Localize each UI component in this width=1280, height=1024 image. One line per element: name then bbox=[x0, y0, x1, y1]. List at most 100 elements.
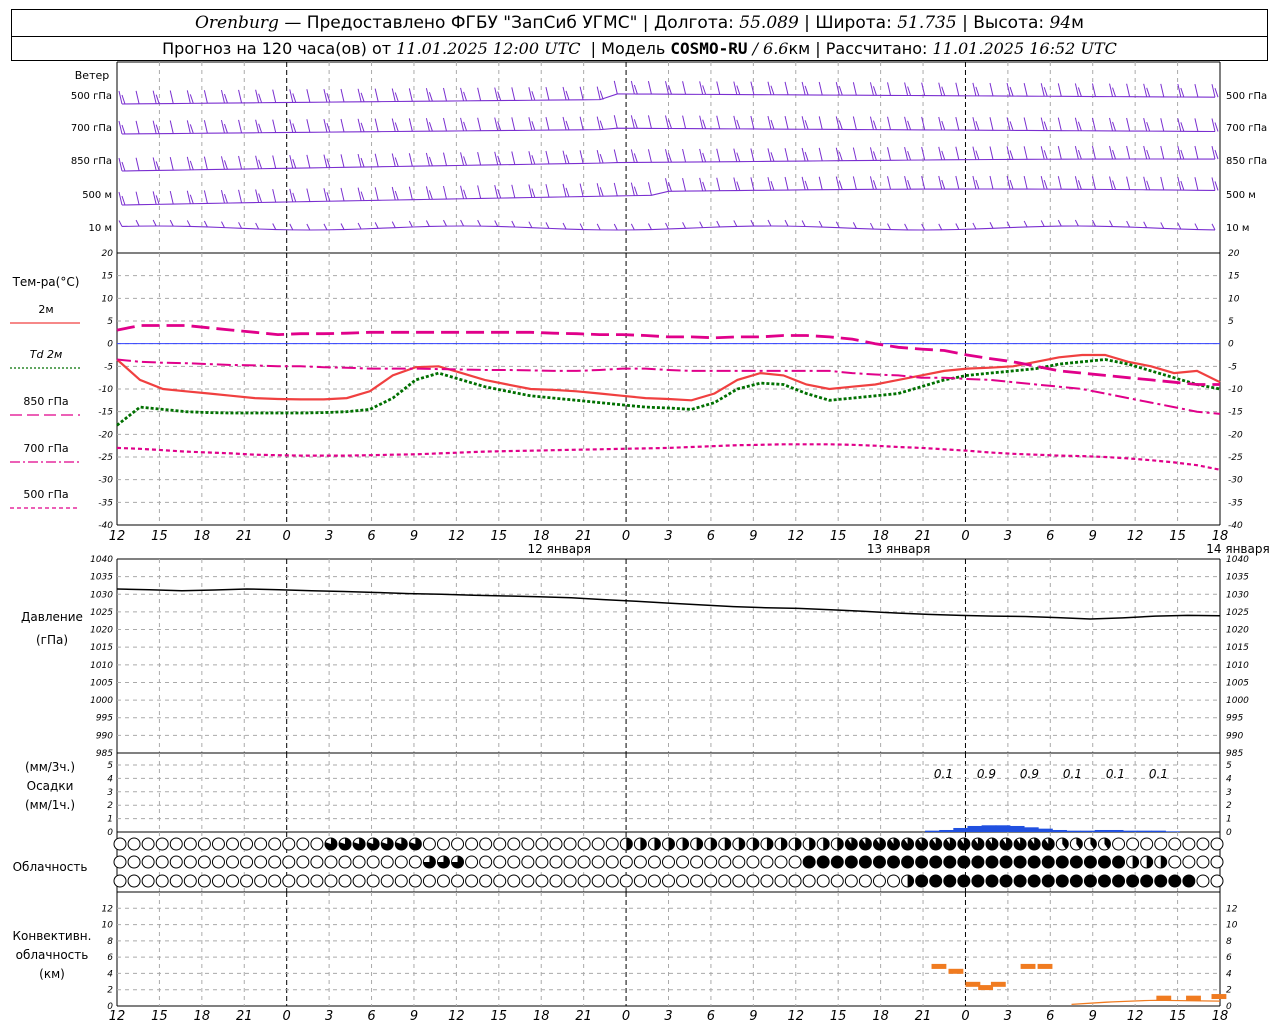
cloud-circle bbox=[451, 874, 465, 888]
cloud-cover-icon bbox=[282, 837, 296, 851]
precip-bar bbox=[1066, 830, 1082, 832]
cloud-cover-icon bbox=[296, 874, 310, 888]
cloud-fill-sector bbox=[1042, 838, 1055, 851]
cloud-circle bbox=[830, 855, 844, 869]
cloud-circle bbox=[929, 874, 943, 888]
x-tick-label-top: 3 bbox=[325, 529, 333, 544]
cloud-cover-icon bbox=[690, 837, 704, 851]
wind-barb bbox=[1023, 220, 1028, 228]
cloud-circle bbox=[366, 855, 380, 869]
wind-barb bbox=[1160, 145, 1165, 160]
cloud-cover-icon bbox=[1041, 874, 1055, 888]
cloud-cover-icon bbox=[605, 855, 619, 869]
wind-barb bbox=[1177, 222, 1182, 230]
wind-barb bbox=[818, 220, 823, 228]
cloud-circle bbox=[704, 874, 718, 888]
cloud-fill-sector bbox=[1146, 856, 1153, 868]
wind-barb bbox=[1146, 180, 1151, 190]
cloud-cover-icon bbox=[1126, 874, 1140, 888]
wind-barb bbox=[941, 150, 946, 161]
cloud-cover-icon bbox=[971, 837, 985, 851]
temp-tick-left: -5 bbox=[104, 362, 113, 372]
wind-barb bbox=[118, 157, 123, 172]
wind-barb bbox=[938, 146, 943, 160]
cloud-cover-icon bbox=[380, 855, 394, 869]
wind-barb bbox=[1112, 149, 1117, 160]
wind-barb bbox=[1109, 145, 1114, 160]
cloud-circle bbox=[1196, 874, 1210, 888]
cloud-cover-icon bbox=[788, 855, 802, 869]
cloud-circle bbox=[929, 855, 943, 869]
wind-barb bbox=[1023, 83, 1028, 97]
wind-barb bbox=[1057, 176, 1062, 190]
wind-barb bbox=[1160, 83, 1165, 98]
wind-barb bbox=[1009, 86, 1014, 97]
cloud-cover-icon bbox=[1112, 855, 1126, 869]
cloud-cover-icon bbox=[183, 874, 197, 888]
wind-barb bbox=[647, 223, 652, 230]
cloud-cover-icon bbox=[1210, 837, 1224, 851]
precip-bar bbox=[1151, 830, 1166, 832]
wind-barb bbox=[647, 149, 652, 163]
wind-barb bbox=[682, 115, 687, 129]
wind-barb bbox=[238, 189, 243, 203]
wind-barb bbox=[289, 188, 294, 202]
wind-barb bbox=[989, 175, 994, 190]
x-tick-label-bottom: 6 bbox=[367, 1009, 375, 1024]
wind-barb bbox=[716, 177, 721, 191]
wind-barb bbox=[238, 155, 243, 170]
pressure-tick-right: 1005 bbox=[1226, 678, 1249, 688]
wind-barb bbox=[872, 180, 877, 190]
cloud-circle bbox=[788, 855, 802, 869]
cloud-circle bbox=[1154, 874, 1168, 888]
wind-barb bbox=[630, 115, 635, 129]
cloud-circle bbox=[1140, 874, 1154, 888]
cloud-cover-icon bbox=[662, 855, 675, 869]
wind-barb bbox=[220, 156, 225, 170]
wind-barb bbox=[1146, 87, 1151, 97]
cloud-cover-icon bbox=[324, 837, 338, 851]
wind-barb bbox=[1214, 122, 1219, 132]
cloud-circle bbox=[563, 837, 577, 851]
convective-tick-right: 12 bbox=[1226, 904, 1238, 914]
wind-barb bbox=[292, 123, 297, 133]
cloud-cover-icon bbox=[549, 837, 563, 851]
wind-barb bbox=[1077, 121, 1082, 131]
convective-tick-right: 10 bbox=[1226, 921, 1238, 931]
precip-bar bbox=[967, 825, 983, 832]
wind-barb bbox=[565, 120, 570, 131]
cloud-cover-icon bbox=[507, 855, 521, 869]
cloud-cover-icon bbox=[718, 874, 732, 888]
cloud-cover-icon bbox=[830, 837, 844, 851]
cloud-circle bbox=[155, 837, 169, 851]
cloud-cover-icon bbox=[465, 874, 479, 888]
cloud-circle bbox=[591, 837, 605, 851]
wind-barb bbox=[1143, 176, 1148, 190]
cloud-cover-icon bbox=[929, 837, 943, 851]
cloud-circle bbox=[844, 874, 858, 888]
wind-barb bbox=[716, 148, 721, 162]
pressure-tick-left: 1025 bbox=[90, 608, 113, 618]
cloud-circle bbox=[268, 837, 282, 851]
wind-barb bbox=[1194, 145, 1199, 160]
wind-barb bbox=[887, 82, 892, 96]
cloud-circle bbox=[549, 837, 563, 851]
pressure-tick-left: 1015 bbox=[90, 643, 113, 653]
wind-barb bbox=[869, 176, 874, 190]
convective-title-line: (км) bbox=[39, 967, 65, 981]
wind-barb bbox=[1043, 150, 1048, 160]
wind-barb bbox=[340, 187, 345, 202]
cloud-cover-icon bbox=[1182, 837, 1196, 851]
cloud-cover-icon bbox=[1154, 855, 1168, 869]
wind-barb bbox=[186, 90, 191, 104]
cloud-circle bbox=[493, 874, 507, 888]
precip-tick-left: 0 bbox=[107, 828, 113, 838]
cloud-circle bbox=[760, 874, 774, 888]
wind-barb bbox=[203, 90, 208, 104]
cloud-circle bbox=[408, 874, 422, 888]
x-tick-label-top: 12 bbox=[448, 529, 465, 544]
wind-barb bbox=[258, 193, 263, 203]
cloud-circle bbox=[732, 874, 746, 888]
wind-barb bbox=[699, 81, 704, 95]
wind-barb bbox=[869, 147, 874, 161]
